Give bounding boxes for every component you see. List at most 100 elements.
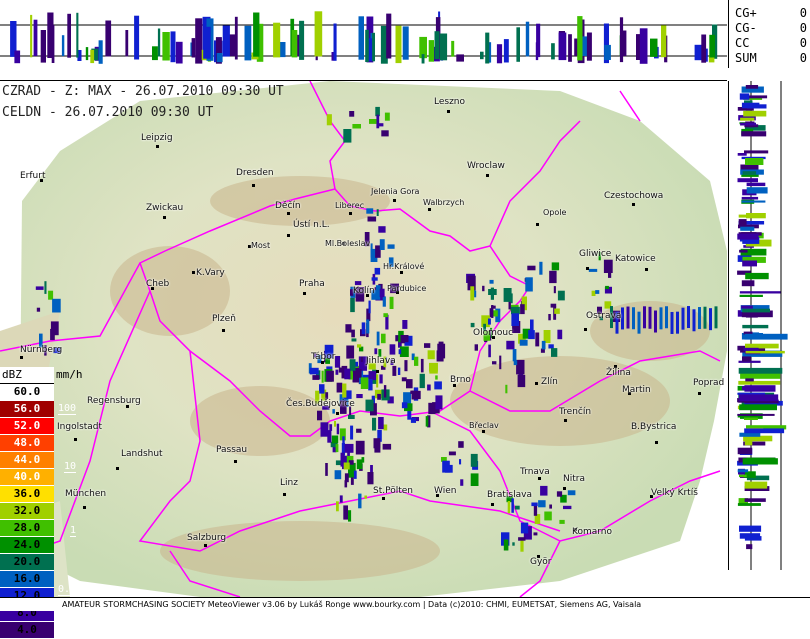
city-dot xyxy=(536,223,539,226)
top-echo-profile xyxy=(0,11,727,64)
echo-cell xyxy=(741,131,767,137)
echo-cell xyxy=(134,15,140,60)
city-label: Opole xyxy=(543,208,567,217)
echo-cell xyxy=(568,34,572,62)
city-dot xyxy=(698,392,701,395)
echo-cell xyxy=(743,347,759,352)
city-label: Walbrzych xyxy=(423,198,465,207)
echo-cell xyxy=(519,339,528,346)
legend-level: 56.0 xyxy=(0,401,54,418)
echo-cell xyxy=(643,306,646,329)
echo-cell xyxy=(535,332,540,347)
echo-cell xyxy=(556,491,563,497)
echo-cell xyxy=(360,377,369,389)
city-label: Praha xyxy=(299,279,325,289)
echo-cell xyxy=(591,290,596,296)
echo-cell xyxy=(350,477,354,485)
echo-cell xyxy=(451,40,455,57)
echo-cell xyxy=(489,279,494,284)
echo-cell xyxy=(548,344,554,349)
echo-cell xyxy=(694,44,703,61)
echo-cell xyxy=(48,290,54,300)
echo-cell xyxy=(608,265,612,278)
city-label: Leipzig xyxy=(141,133,173,143)
echo-cell xyxy=(334,421,336,427)
echo-cell xyxy=(517,374,526,388)
echo-cell xyxy=(191,38,196,58)
echo-cell xyxy=(507,501,511,514)
city-dot xyxy=(655,441,658,444)
city-label: Děčín xyxy=(275,201,301,211)
city-dot xyxy=(645,268,648,271)
echo-cell xyxy=(378,417,384,430)
echo-cell xyxy=(335,369,339,375)
echo-cell xyxy=(367,472,374,485)
echo-cell xyxy=(299,20,305,60)
echo-cell xyxy=(742,324,769,329)
echo-cell xyxy=(709,34,715,58)
city-label: Kolín xyxy=(353,286,375,296)
city-dot xyxy=(252,184,255,187)
echo-cell xyxy=(520,304,525,315)
echo-cell xyxy=(744,428,785,434)
echo-cell xyxy=(312,375,320,380)
echo-cell xyxy=(346,345,355,359)
echo-cell xyxy=(355,440,365,455)
echo-cell xyxy=(474,344,478,351)
radar-title: CZRAD - Z: MAX - 26.07.2010 09:30 UT xyxy=(2,84,284,99)
echo-cell xyxy=(387,244,395,249)
echo-cell xyxy=(544,511,552,521)
echo-cell xyxy=(309,367,319,375)
city-label: Hr.Králové xyxy=(383,262,425,271)
echo-cell xyxy=(604,44,611,60)
echo-cell xyxy=(670,311,674,334)
echo-cell xyxy=(157,28,161,57)
echo-cell xyxy=(344,368,351,380)
echo-cell xyxy=(745,158,764,165)
city-label: Dresden xyxy=(236,168,274,178)
echo-cell xyxy=(503,288,512,302)
echo-cell xyxy=(332,409,335,414)
legend-rain-unit: mm/h xyxy=(56,368,83,381)
city-label: St.Pölten xyxy=(373,486,413,496)
city-dot xyxy=(349,212,352,215)
echo-cell xyxy=(741,305,753,309)
echo-cell xyxy=(343,505,348,520)
city-dot xyxy=(428,208,431,211)
echo-cell xyxy=(632,307,635,330)
echo-cell xyxy=(744,536,762,541)
echo-cell xyxy=(358,16,364,60)
echo-cell xyxy=(370,243,373,258)
echo-cell xyxy=(376,209,379,216)
echo-cell xyxy=(738,394,779,402)
echo-cell xyxy=(519,366,523,375)
echo-cell xyxy=(557,329,563,340)
echo-cell xyxy=(488,344,491,358)
echo-cell xyxy=(372,32,375,62)
echo-cell xyxy=(162,32,170,61)
city-label: Tábor xyxy=(311,352,336,362)
echo-cell xyxy=(621,30,627,57)
echo-cell xyxy=(420,358,424,373)
legend-level: 60.0 xyxy=(0,383,54,401)
echo-cell xyxy=(14,50,21,64)
echo-cell xyxy=(416,390,421,400)
echo-cell xyxy=(740,122,756,126)
rain-mark: 10 xyxy=(64,461,77,473)
city-dot xyxy=(563,487,566,490)
echo-cell xyxy=(739,404,777,411)
echo-cell xyxy=(742,356,751,362)
echo-cell xyxy=(273,22,281,58)
echo-cell xyxy=(520,522,529,534)
echo-cell xyxy=(356,394,363,399)
echo-cell xyxy=(125,30,129,57)
echo-cell xyxy=(739,474,747,477)
echo-cell xyxy=(681,307,685,330)
echo-cell xyxy=(336,423,340,435)
echo-cell xyxy=(548,314,551,321)
echo-cell xyxy=(369,119,377,124)
radar-map[interactable]: Leszno Leipzig Dresden Wroclaw Jelenia G… xyxy=(0,81,727,597)
echo-cell xyxy=(427,384,431,391)
echo-cell xyxy=(376,374,379,388)
echo-cell xyxy=(737,503,761,506)
